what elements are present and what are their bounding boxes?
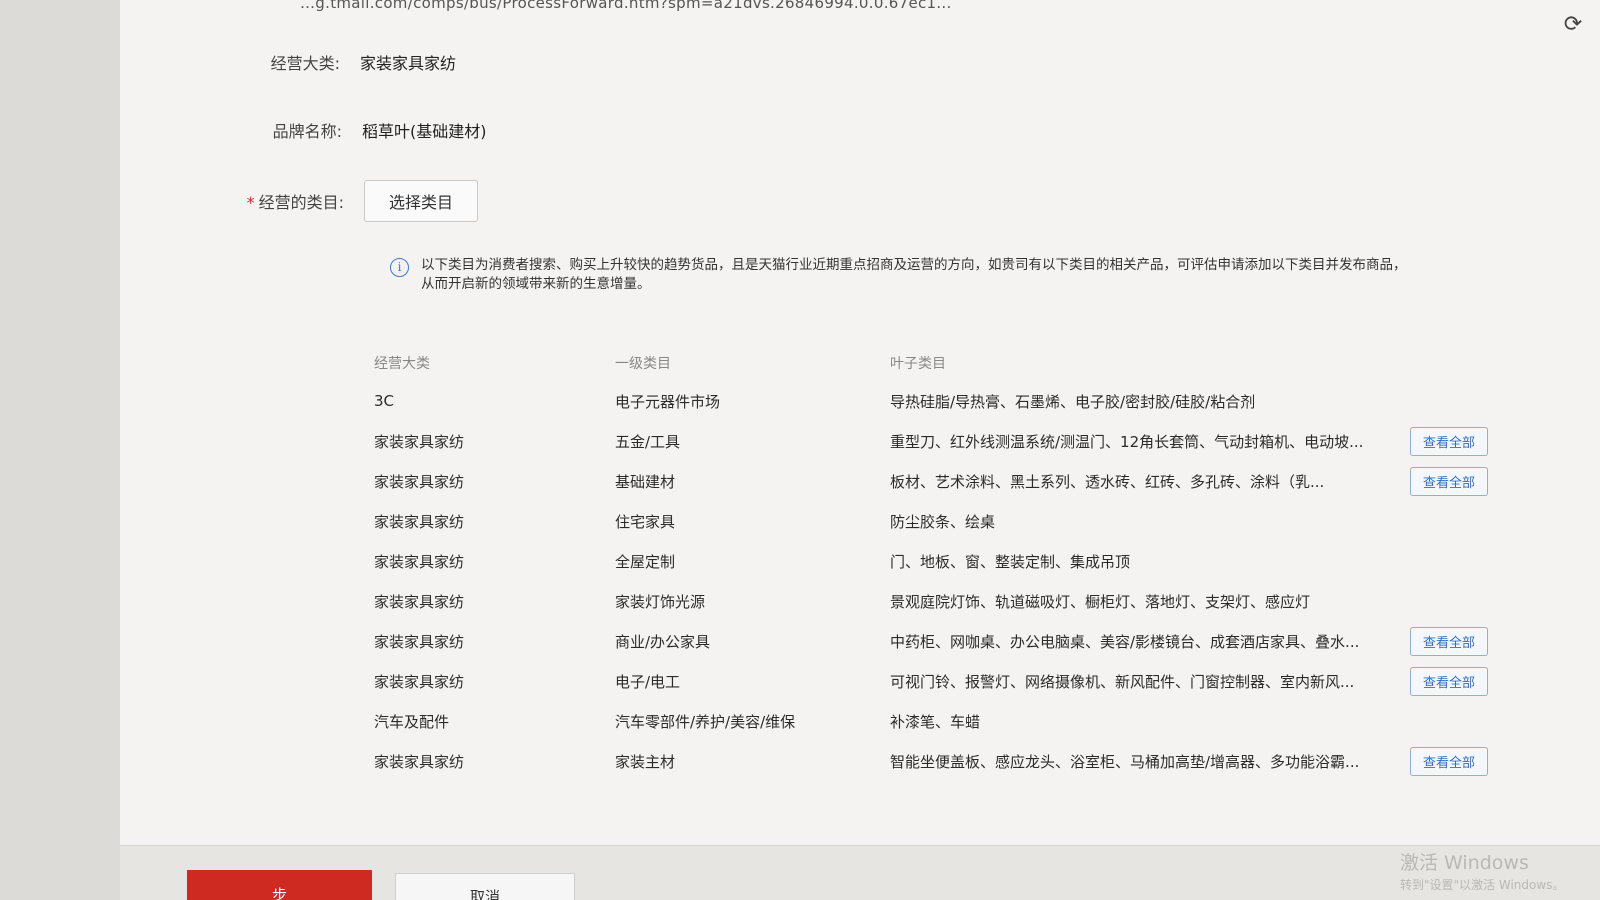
header-level1-category: 一级类目	[615, 356, 671, 372]
row-leaf-categories: 导热硅脂/导热膏、石墨烯、电子胶/密封胶/硅胶/粘合剂	[890, 392, 1256, 411]
windows-activation-watermark: 激活 Windows 转到"设置"以激活 Windows。	[1400, 852, 1564, 896]
row-leaf-categories: 景观庭院灯饰、轨道磁吸灯、橱柜灯、落地灯、支架灯、感应灯	[890, 592, 1311, 611]
view-all-button[interactable]: 查看全部	[1410, 466, 1489, 496]
row-main-category: 家装家具家纺	[374, 592, 465, 611]
row-main-category: 3C	[374, 392, 395, 410]
brand-label: 品牌名称:	[272, 122, 342, 141]
row-level1-category: 电子元器件市场	[615, 392, 721, 411]
row-leaf-categories: 可视门铃、报警灯、网络摄像机、新风配件、门窗控制器、室内新风...	[890, 672, 1355, 691]
main-category-row: 经营大类: 家装家具家纺	[230, 50, 456, 74]
row-level1-category: 全屋定制	[615, 552, 676, 571]
view-all-button[interactable]: 查看全部	[1410, 626, 1489, 656]
view-all-button[interactable]: 查看全部	[1410, 746, 1489, 776]
table-row: 汽车及配件 汽车零部件/养护/美容/维保 补漆笔、车蜡	[370, 701, 1540, 741]
main-category-value: 家装家具家纺	[360, 54, 457, 73]
table-row: 家装家具家纺 家装主材 智能坐便盖板、感应龙头、浴室柜、马桶加高垫/增高器、多功…	[370, 741, 1540, 781]
categories-row: * 经营的类目: 选择类目	[234, 180, 479, 222]
brand-row: 品牌名称: 稻草叶(基础建材)	[232, 118, 487, 142]
row-level1-category: 电子/电工	[615, 672, 681, 691]
row-level1-category: 五金/工具	[615, 432, 681, 451]
row-level1-category: 住宅家具	[615, 512, 676, 531]
table-row: 家装家具家纺 住宅家具 防尘胶条、绘桌	[370, 501, 1540, 541]
header-main-category: 经营大类	[374, 356, 430, 372]
row-main-category: 汽车及配件	[374, 712, 450, 731]
row-main-category: 家装家具家纺	[374, 552, 465, 571]
row-main-category: 家装家具家纺	[374, 672, 465, 691]
table-header: 经营大类 一级类目 叶子类目	[370, 345, 1540, 381]
row-leaf-categories: 智能坐便盖板、感应龙头、浴室柜、马桶加高垫/增高器、多功能浴霸...	[890, 752, 1360, 771]
refresh-icon[interactable]: ⟳	[1560, 12, 1586, 38]
table-row: 家装家具家纺 电子/电工 可视门铃、报警灯、网络摄像机、新风配件、门窗控制器、室…	[370, 661, 1540, 701]
view-all-button[interactable]: 查看全部	[1410, 666, 1489, 696]
brand-value: 稻草叶(基础建材)	[362, 122, 487, 141]
watermark-line-2: 转到"设置"以激活 Windows。	[1400, 878, 1565, 892]
notice-line-2: 从而开启新的领域带来新的生意增量。	[421, 276, 651, 292]
row-level1-category: 家装灯饰光源	[615, 592, 706, 611]
select-category-button[interactable]: 选择类目	[364, 180, 479, 222]
categories-label-wrap: * 经营的类目:	[234, 189, 344, 213]
row-main-category: 家装家具家纺	[374, 632, 465, 651]
row-main-category: 家装家具家纺	[374, 432, 465, 451]
row-leaf-categories: 门、地板、窗、整装定制、集成吊顶	[890, 552, 1131, 571]
row-main-category: 家装家具家纺	[374, 512, 465, 531]
row-level1-category: 汽车零部件/养护/美容/维保	[615, 712, 796, 731]
row-level1-category: 商业/办公家具	[615, 632, 711, 651]
left-gutter	[0, 0, 120, 900]
table-row: 家装家具家纺 家装灯饰光源 景观庭院灯饰、轨道磁吸灯、橱柜灯、落地灯、支架灯、感…	[370, 581, 1540, 621]
row-leaf-categories: 防尘胶条、绘桌	[890, 512, 996, 531]
view-all-button[interactable]: 查看全部	[1410, 426, 1489, 456]
next-step-button[interactable]: 步	[187, 870, 372, 900]
notice-line-1: 以下类目为消费者搜索、购买上升较快的趋势货品，且是天猫行业近期重点招商及运营的方…	[421, 257, 1407, 273]
info-icon: i	[390, 258, 409, 277]
notice-text: 以下类目为消费者搜索、购买上升较快的趋势货品，且是天猫行业近期重点招商及运营的方…	[421, 256, 1407, 294]
header-leaf-category: 叶子类目	[890, 356, 946, 372]
categories-label: 经营的类目:	[258, 193, 344, 212]
required-star: *	[246, 193, 255, 212]
category-table: 经营大类 一级类目 叶子类目 3C 电子元器件市场 导热硅脂/导热膏、石墨烯、电…	[370, 345, 1540, 781]
trend-notice: i 以下类目为消费者搜索、购买上升较快的趋势货品，且是天猫行业近期重点招商及运营…	[390, 256, 1500, 294]
table-row: 家装家具家纺 基础建材 板材、艺术涂料、黑土系列、透水砖、红砖、多孔砖、涂料（乳…	[370, 461, 1540, 501]
row-level1-category: 基础建材	[615, 472, 676, 491]
table-row: 3C 电子元器件市场 导热硅脂/导热膏、石墨烯、电子胶/密封胶/硅胶/粘合剂	[370, 381, 1540, 421]
main-category-label: 经营大类:	[270, 54, 340, 73]
row-main-category: 家装家具家纺	[374, 472, 465, 491]
table-row: 家装家具家纺 全屋定制 门、地板、窗、整装定制、集成吊顶	[370, 541, 1540, 581]
row-leaf-categories: 中药柜、网咖桌、办公电脑桌、美容/影楼镜台、成套酒店家具、叠水...	[890, 632, 1360, 651]
table-row: 家装家具家纺 五金/工具 重型刀、红外线测温系统/测温门、12角长套筒、气动封箱…	[370, 421, 1540, 461]
address-bar-url[interactable]: …g.tmall.com/comps/bus/ProcessForward.ht…	[300, 0, 952, 12]
row-leaf-categories: 补漆笔、车蜡	[890, 712, 981, 731]
row-leaf-categories: 重型刀、红外线测温系统/测温门、12角长套筒、气动封箱机、电动坡...	[890, 432, 1364, 451]
row-level1-category: 家装主材	[615, 752, 676, 771]
table-row: 家装家具家纺 商业/办公家具 中药柜、网咖桌、办公电脑桌、美容/影楼镜台、成套酒…	[370, 621, 1540, 661]
cancel-button[interactable]: 取消	[395, 873, 575, 900]
watermark-line-1: 激活 Windows	[1400, 852, 1529, 874]
row-leaf-categories: 板材、艺术涂料、黑土系列、透水砖、红砖、多孔砖、涂料（乳...	[890, 472, 1325, 491]
row-main-category: 家装家具家纺	[374, 752, 465, 771]
